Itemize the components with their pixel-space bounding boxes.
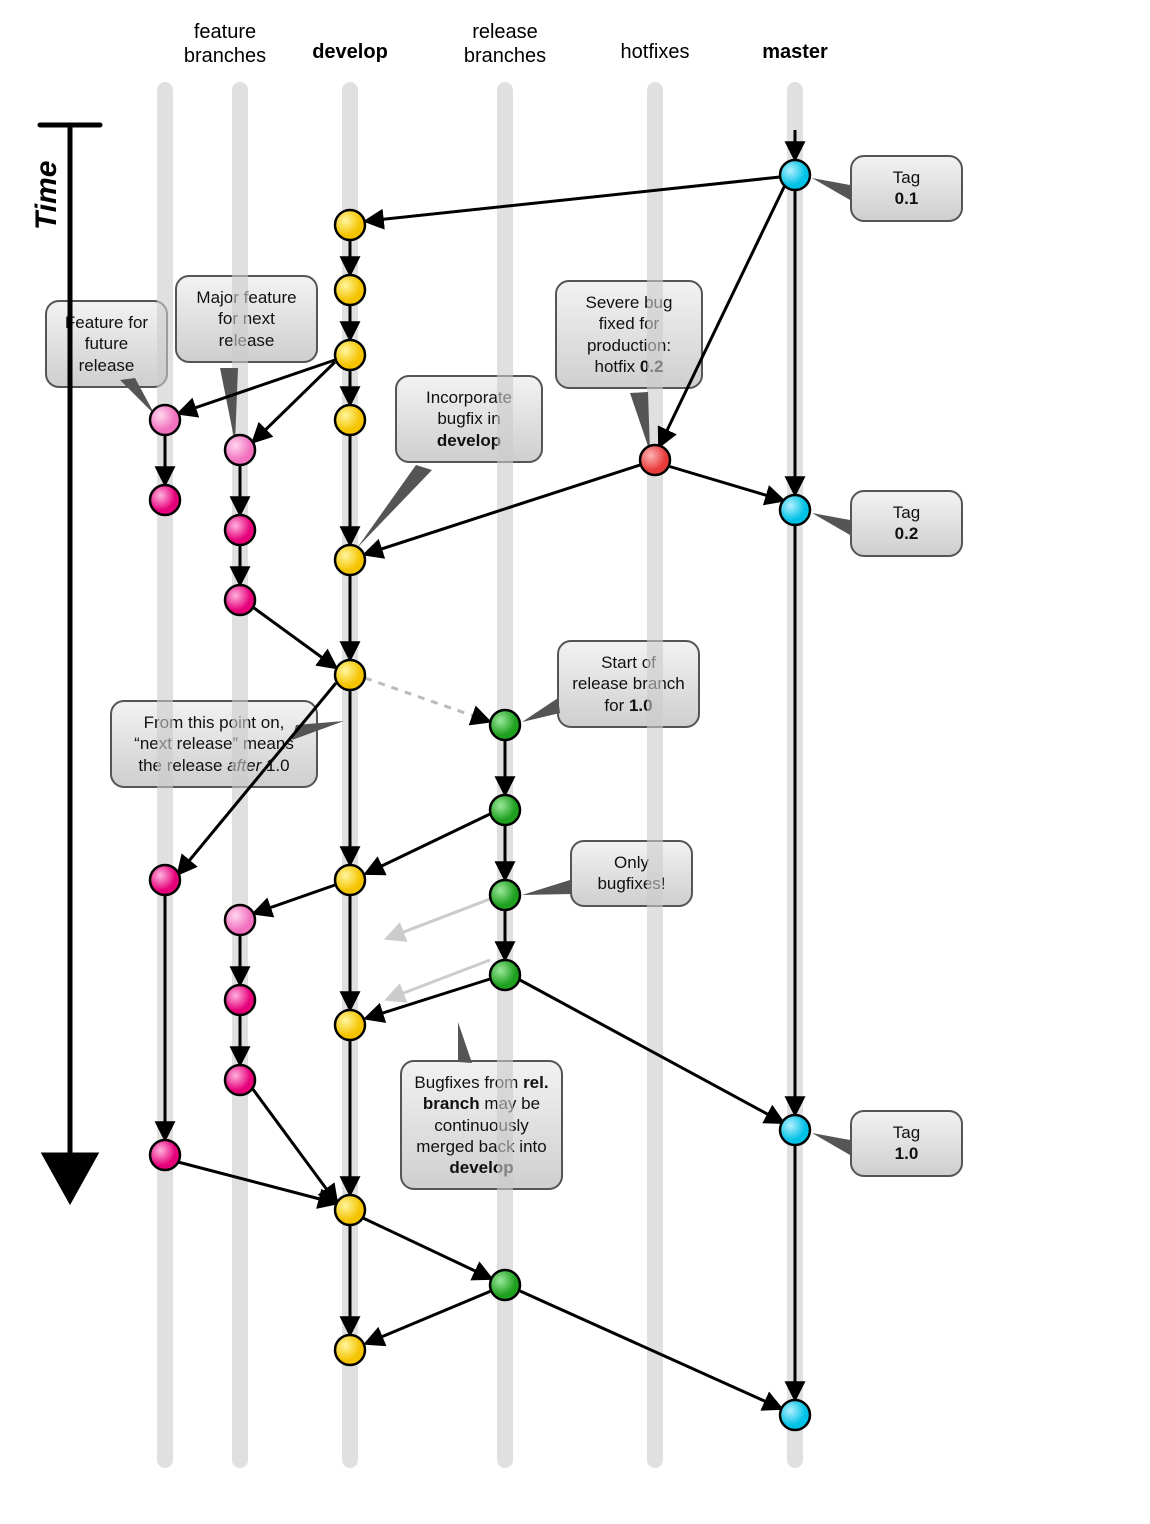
- diagram-svg: [0, 0, 1150, 1524]
- time-axis-arrow: [40, 125, 100, 1200]
- commit-nodes: [150, 160, 810, 1430]
- edges: [165, 130, 795, 1408]
